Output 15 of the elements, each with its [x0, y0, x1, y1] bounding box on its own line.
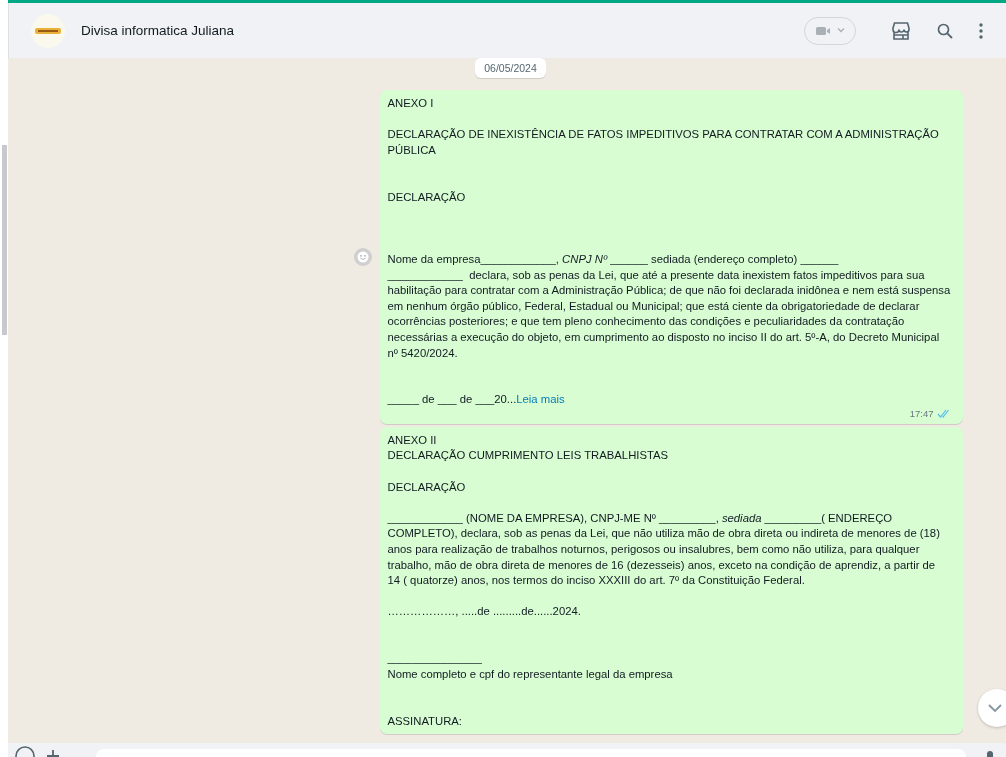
contact-name[interactable]: Divisa informatica Juliana: [81, 23, 235, 38]
chevron-down-icon: [988, 704, 1002, 712]
message-text: ANEXO II DECLARAÇÃO CUMPRIMENTO LEIS TRABALHISTAS DECLARAÇÃO ____________ (NOME DA EMPRESA), CNPJ-ME Nº _________, sediada _________( ENDEREÇO COMPLETO), declara, sob as penas da Lei, que não utiliza mão de obra direta ou indireta de menores de (18) anos para realização de trabalhos noturnos, perigosos ou insalubres, bem como não utiliza, para qualquer trabalho, mão de obra direta de menores de 16 (dezesseis) anos, exceto na condição de aprendiz, a partir de 14 ( quatorze) anos, nos termos do inciso XXXIII do art. 7º da Constituição Federal. ………………, .....de .........de......2024. _______________ Nome completo e cpf do representante legal da empresa ASSINATURA:: [387, 432, 941, 729]
plus-icon[interactable]: [46, 747, 60, 757]
caret-icon: [836, 28, 845, 33]
message-text: ANEXO I DECLARAÇÃO DE INEXISTÊNCIA DE FATOS IMPEDITIVOS PARA CONTRATAR COM A ADMINISTRAÇÃO PÚBLICA DECLARAÇÃO Nome da empresa____________, CNPJ Nº ______ sediada (endereço completo) ______ ____________ declara, sob as penas da Lei, que até a presente data inexistem fatos impeditivos para sua habilitação para contratar com a Administração Pública; de que não foi declarada inidônea e nem está suspensa em nenhum órgão público, Federal, Estadual ou Municipal; que está ciente da obrigatoriedade de declarar ocorrências posteriores; e que tem pleno conhecimento das condições e peculiaridades da contratação necessárias a execução do objeto, em cumprimento ao disposto no inciso II do art. 5º-A, do Decreto Municipal nº 5420/2024. _____ de ___ de ___20...Leia mais: [387, 96, 951, 408]
menu-icon[interactable]: [979, 22, 983, 39]
message-time: 17:47: [909, 407, 934, 419]
date-chip: 06/05/2024: [475, 58, 546, 78]
contact-avatar[interactable]: [31, 13, 65, 48]
read-more-link[interactable]: Leia mais: [516, 393, 565, 406]
scrollbar-thumb[interactable]: [2, 145, 7, 335]
search-icon[interactable]: [937, 22, 953, 39]
store-icon[interactable]: [891, 21, 911, 40]
video-camera-icon: [815, 26, 831, 35]
